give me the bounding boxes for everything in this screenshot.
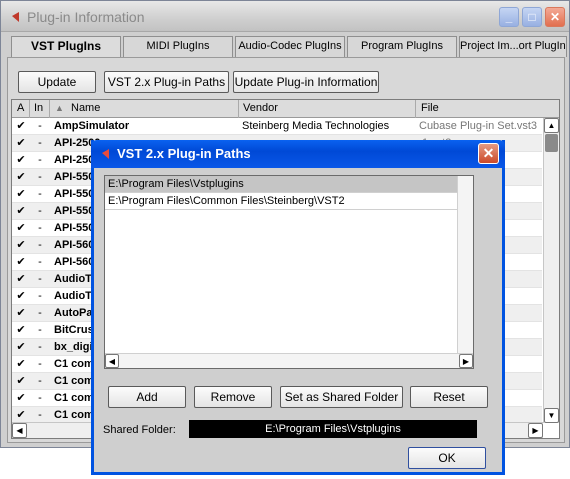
row-in-status: -: [38, 154, 42, 166]
vst-plugin-paths-button[interactable]: VST 2.x Plug-in Paths: [104, 71, 229, 93]
dialog-title: VST 2.x Plug-in Paths: [117, 146, 251, 161]
scroll-right-icon[interactable]: ▶: [459, 354, 473, 368]
tab-audio-codec-plugins[interactable]: Audio-Codec PlugIns: [235, 36, 345, 57]
close-button[interactable]: ✕: [545, 7, 565, 27]
vst-paths-dialog: VST 2.x Plug-in Paths ✕ E:\Program Files…: [91, 140, 505, 475]
col-header-name[interactable]: ▲ Name: [50, 100, 239, 118]
ok-button[interactable]: OK: [408, 447, 486, 469]
path-list-item[interactable]: E:\Program Files\Vstplugins: [105, 176, 473, 193]
tab-project-import-plugins[interactable]: Project Im...ort PlugIns: [459, 36, 567, 57]
window-titlebar[interactable]: Plug-in Information _ □ ✕: [1, 1, 569, 32]
row-active-checkbox[interactable]: ✔: [12, 288, 30, 305]
col-header-name-label: Name: [71, 102, 101, 114]
reset-button[interactable]: Reset: [410, 386, 488, 408]
row-active-checkbox[interactable]: ✔: [12, 237, 30, 254]
scroll-right-icon[interactable]: ▶: [528, 423, 543, 438]
maximize-button[interactable]: □: [522, 7, 542, 27]
row-active-checkbox[interactable]: ✔: [12, 407, 30, 423]
scroll-up-icon[interactable]: ▲: [544, 118, 559, 133]
row-in-status: -: [38, 290, 42, 302]
row-file: Cubase Plug-in Set.vst3: [419, 120, 538, 132]
row-in-status: -: [38, 358, 42, 370]
row-active-checkbox[interactable]: ✔: [12, 322, 30, 339]
row-active-checkbox[interactable]: ✔: [12, 305, 30, 322]
row-in-status: -: [38, 205, 42, 217]
tab-program-plugins[interactable]: Program PlugIns: [347, 36, 457, 57]
plugin-paths-list: E:\Program Files\Vstplugins E:\Program F…: [104, 175, 474, 369]
row-active-checkbox[interactable]: ✔: [12, 356, 30, 373]
row-in-status: -: [38, 137, 42, 149]
scroll-left-icon[interactable]: ◀: [12, 423, 27, 438]
row-in-status: -: [38, 392, 42, 404]
plugin-tabs: VST PlugIns MIDI PlugIns Audio-Codec Plu…: [11, 36, 567, 57]
row-active-checkbox[interactable]: ✔: [12, 186, 30, 203]
path-list-item[interactable]: E:\Program Files\Common Files\Steinberg\…: [105, 193, 473, 210]
cubase-logo-icon: [12, 12, 19, 22]
row-vendor: Steinberg Media Technologies: [242, 120, 390, 132]
shared-folder-label: Shared Folder:: [103, 424, 176, 436]
row-in-status: -: [38, 239, 42, 251]
col-header-active[interactable]: A: [12, 100, 30, 118]
row-active-checkbox[interactable]: ✔: [12, 390, 30, 407]
row-in-status: -: [38, 375, 42, 387]
row-active-checkbox[interactable]: ✔: [12, 118, 30, 135]
remove-path-button[interactable]: Remove: [194, 386, 272, 408]
path-list-horizontal-scrollbar[interactable]: ◀ ▶: [105, 353, 473, 368]
row-in-status: -: [38, 171, 42, 183]
dialog-titlebar[interactable]: VST 2.x Plug-in Paths ✕: [91, 140, 505, 168]
tab-midi-plugins[interactable]: MIDI PlugIns: [123, 36, 233, 57]
row-in-status: -: [38, 188, 42, 200]
row-active-checkbox[interactable]: ✔: [12, 169, 30, 186]
row-in-status: -: [38, 222, 42, 234]
set-shared-folder-button[interactable]: Set as Shared Folder: [280, 386, 403, 408]
row-in-status: -: [38, 307, 42, 319]
row-in-status: -: [38, 341, 42, 353]
path-list-vertical-scrollbar[interactable]: [457, 176, 473, 354]
table-header: A In ▲ Name Vendor File: [12, 100, 559, 118]
row-active-checkbox[interactable]: ✔: [12, 373, 30, 390]
cubase-logo-icon: [102, 149, 109, 159]
row-plugin-name: AmpSimulator: [54, 120, 130, 132]
row-active-checkbox[interactable]: ✔: [12, 339, 30, 356]
row-active-checkbox[interactable]: ✔: [12, 135, 30, 152]
minimize-button[interactable]: _: [499, 7, 519, 27]
add-path-button[interactable]: Add: [108, 386, 186, 408]
scroll-thumb[interactable]: [545, 134, 558, 152]
shared-folder-value: E:\Program Files\Vstplugins: [189, 420, 477, 438]
update-button[interactable]: Update: [18, 71, 96, 93]
row-in-status: -: [38, 273, 42, 285]
row-active-checkbox[interactable]: ✔: [12, 220, 30, 237]
row-active-checkbox[interactable]: ✔: [12, 271, 30, 288]
table-row[interactable]: ✔ - AmpSimulator Steinberg Media Technologi…: [12, 118, 542, 135]
row-active-checkbox[interactable]: ✔: [12, 152, 30, 169]
col-header-vendor[interactable]: Vendor: [239, 100, 416, 118]
row-in-status: -: [38, 409, 42, 421]
row-active-checkbox[interactable]: ✔: [12, 254, 30, 271]
col-header-file[interactable]: File: [416, 100, 559, 118]
row-in-status: -: [38, 324, 42, 336]
sort-ascending-icon: ▲: [55, 103, 64, 113]
scroll-down-icon[interactable]: ▼: [544, 408, 559, 423]
row-in-status: -: [38, 120, 42, 132]
update-plugin-information-button[interactable]: Update Plug-in Information: [233, 71, 379, 93]
row-active-checkbox[interactable]: ✔: [12, 203, 30, 220]
col-header-in[interactable]: In: [30, 100, 50, 118]
table-vertical-scrollbar[interactable]: ▲ ▼: [543, 118, 559, 423]
scroll-left-icon[interactable]: ◀: [105, 354, 119, 368]
dialog-close-button[interactable]: ✕: [478, 143, 499, 164]
window-title: Plug-in Information: [27, 9, 145, 25]
row-in-status: -: [38, 256, 42, 268]
tab-vst-plugins[interactable]: VST PlugIns: [11, 36, 121, 57]
